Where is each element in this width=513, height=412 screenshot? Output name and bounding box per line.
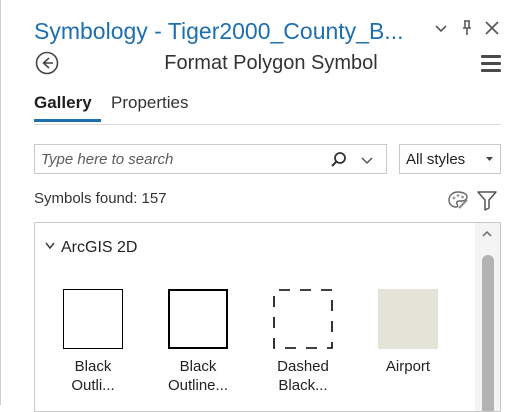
gallery-group-label: ArcGIS 2D — [61, 239, 138, 256]
circle-arrow-left-icon — [35, 51, 59, 75]
symbol-swatch — [378, 289, 438, 349]
header-divider — [34, 124, 501, 125]
symbol-black-outline[interactable]: Black Outli... — [48, 289, 138, 409]
caret-down-icon — [486, 157, 493, 161]
search-options-chevron-icon[interactable] — [360, 150, 374, 170]
chevron-up-icon[interactable] — [481, 229, 493, 239]
symbol-airport[interactable]: Airport — [363, 289, 453, 409]
symbol-swatch — [63, 289, 123, 349]
scrollbar-thumb[interactable] — [482, 255, 494, 411]
active-tab-indicator — [34, 119, 101, 122]
styles-dropdown-value: All styles — [406, 151, 466, 168]
symbol-swatch — [273, 289, 333, 349]
gallery-group-header[interactable]: ArcGIS 2D — [45, 239, 137, 257]
back-button[interactable] — [34, 50, 60, 76]
tab-gallery[interactable]: Gallery — [34, 93, 92, 113]
palette-icon[interactable] — [446, 188, 470, 212]
pin-icon[interactable] — [459, 16, 475, 46]
symbol-gallery: ArcGIS 2D Black Outli... Black Outline..… — [34, 222, 501, 412]
tab-properties[interactable]: Properties — [111, 93, 188, 113]
search-placeholder: Type here to search — [41, 151, 174, 168]
symbol-label: Airport — [385, 358, 431, 375]
symbol-label: Black Outline... — [167, 358, 229, 394]
symbols-found-count: Symbols found: 157 — [34, 190, 167, 207]
symbol-label: Black Outli... — [71, 358, 115, 394]
styles-dropdown[interactable]: All styles — [399, 144, 501, 174]
gallery-scrollbar[interactable] — [475, 223, 500, 411]
filter-icon[interactable] — [476, 188, 498, 212]
search-icon[interactable] — [329, 150, 349, 170]
symbol-black-outline-thick[interactable]: Black Outline... — [153, 289, 243, 409]
symbol-swatch — [168, 289, 228, 349]
hamburger-menu-icon[interactable] — [481, 55, 501, 73]
chevron-down-icon — [45, 241, 55, 253]
symbol-dashed-black[interactable]: Dashed Black... — [258, 289, 348, 409]
close-icon[interactable] — [483, 16, 501, 46]
format-title: Format Polygon Symbol — [164, 52, 378, 74]
pane-title: Symbology - Tiger2000_County_B... — [34, 18, 404, 44]
symbology-pane: Symbology - Tiger2000_County_B... Format… — [0, 0, 511, 412]
pane-options-chevron-icon[interactable] — [433, 16, 449, 46]
symbol-label: Dashed Black... — [277, 358, 329, 394]
search-input[interactable]: Type here to search — [34, 144, 387, 174]
